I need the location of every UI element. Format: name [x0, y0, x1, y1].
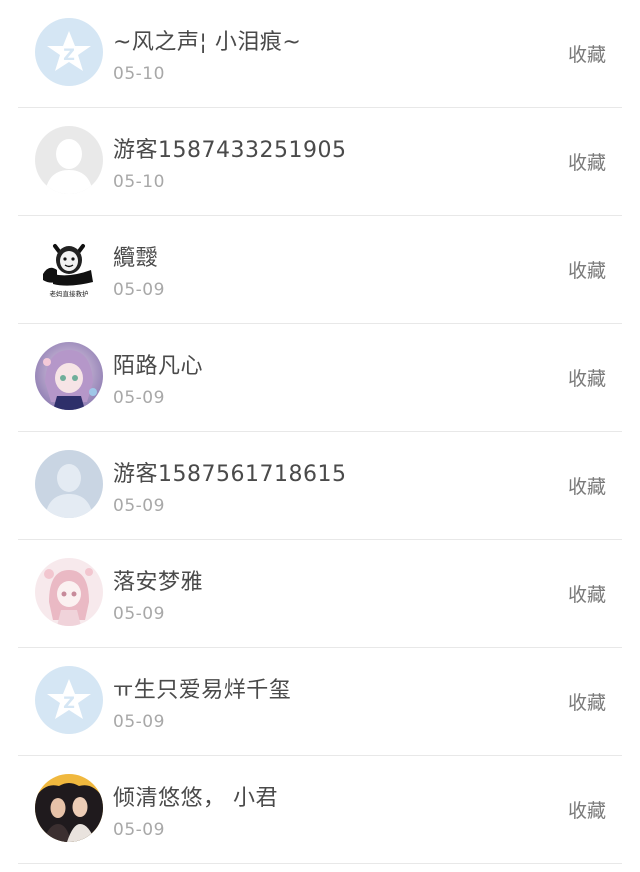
- user-name: 陌路凡心: [113, 354, 204, 379]
- favorite-button[interactable]: 收藏: [568, 148, 606, 175]
- favorite-button[interactable]: 收藏: [568, 580, 606, 607]
- list-item[interactable]: Z ㅠ生只爱易烊千玺 05-09 收藏: [18, 648, 622, 756]
- date-label: 05-09: [113, 280, 165, 300]
- user-name: 游客1587433251905: [113, 138, 347, 163]
- qq-star-icon[interactable]: Z: [35, 666, 103, 734]
- user-name: ~风之声¦ 小泪痕~: [113, 30, 302, 55]
- svg-text:Z: Z: [63, 693, 75, 712]
- favorite-button[interactable]: 收藏: [568, 364, 606, 391]
- date-label: 05-10: [113, 64, 165, 84]
- guest-silhouette-icon[interactable]: [35, 450, 103, 518]
- date-label: 05-09: [113, 712, 165, 732]
- user-name: 游客1587561718615: [113, 462, 347, 487]
- list-item[interactable]: 落安梦雅 05-09 收藏: [18, 540, 622, 648]
- qq-star-icon[interactable]: Z: [35, 18, 103, 86]
- date-label: 05-09: [113, 496, 165, 516]
- list-item[interactable]: 游客1587561718615 05-09 收藏: [18, 432, 622, 540]
- list-item[interactable]: Z ~风之声¦ 小泪痕~ 05-10 收藏: [18, 0, 622, 108]
- list-item[interactable]: 倾清悠悠， 小君 05-09 收藏: [18, 756, 622, 864]
- favorite-button[interactable]: 收藏: [568, 796, 606, 823]
- date-label: 05-09: [113, 388, 165, 408]
- avatar-caption: 老妈直接救护: [50, 289, 89, 298]
- list-item[interactable]: 游客1587433251905 05-10 收藏: [18, 108, 622, 216]
- favorite-button[interactable]: 收藏: [568, 688, 606, 715]
- favorite-button[interactable]: 收藏: [568, 256, 606, 283]
- pink-anime-avatar[interactable]: [35, 558, 103, 626]
- user-name: 落安梦雅: [113, 570, 204, 595]
- date-label: 05-09: [113, 604, 165, 624]
- date-label: 05-10: [113, 172, 165, 192]
- meme-face-avatar[interactable]: 老妈直接救护: [35, 234, 103, 302]
- favorite-button[interactable]: 收藏: [568, 40, 606, 67]
- photo-avatar[interactable]: [35, 774, 103, 842]
- list-item[interactable]: 陌路凡心 05-09 收藏: [18, 324, 622, 432]
- user-name: ㅠ生只爱易烊千玺: [113, 678, 292, 703]
- favorite-button[interactable]: 收藏: [568, 472, 606, 499]
- user-name: 纜靉: [113, 246, 159, 271]
- svg-text:Z: Z: [63, 45, 75, 64]
- user-name: 倾清悠悠， 小君: [113, 786, 278, 811]
- favorites-list: Z ~风之声¦ 小泪痕~ 05-10 收藏 游客1587433251905 05…: [0, 0, 640, 872]
- anime-girl-avatar[interactable]: [35, 342, 103, 410]
- list-item[interactable]: 老妈直接救护 纜靉 05-09 收藏: [18, 216, 622, 324]
- date-label: 05-09: [113, 820, 165, 840]
- default-user-icon[interactable]: [35, 126, 103, 194]
